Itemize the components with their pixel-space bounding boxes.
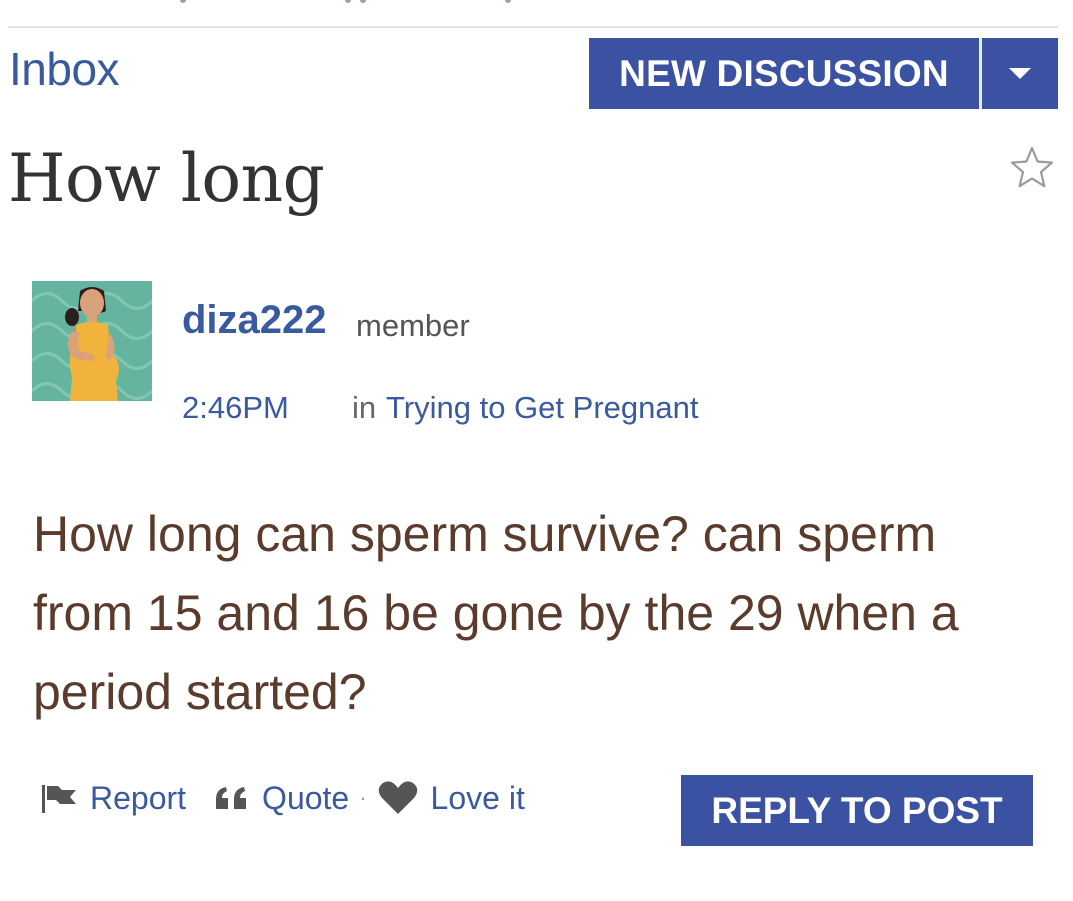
flag-icon <box>42 785 76 813</box>
avatar-pregnant-woman <box>32 281 152 401</box>
clipped-previous-content <box>60 0 960 4</box>
reply-to-post-button[interactable]: REPLY TO POST <box>681 775 1033 846</box>
new-discussion-button[interactable]: NEW DISCUSSION <box>589 38 979 109</box>
star-outline-icon[interactable] <box>1008 144 1056 192</box>
report-button[interactable]: Report <box>40 780 186 817</box>
new-discussion-dropdown-toggle[interactable] <box>982 38 1058 109</box>
chevron-down-icon <box>1009 67 1031 79</box>
new-discussion-split-button: NEW DISCUSSION <box>589 38 1058 109</box>
love-it-button[interactable]: Love it <box>377 780 525 817</box>
discussion-title: How long <box>8 140 325 217</box>
quote-icon <box>216 787 247 809</box>
quote-label: Quote <box>262 779 350 816</box>
post-body: How long can sperm survive? can sperm fr… <box>33 506 959 720</box>
post-time: 2:46PM <box>182 390 289 425</box>
top-divider <box>8 26 1058 28</box>
group-prefix: in <box>352 390 377 425</box>
author-role: member <box>356 308 470 343</box>
inbox-link[interactable]: Inbox <box>9 42 120 96</box>
love-it-label: Love it <box>430 779 525 816</box>
report-label: Report <box>90 779 187 816</box>
group-link[interactable]: Trying to Get Pregnant <box>386 390 698 426</box>
post-actions: Report Quote · Love it <box>40 776 525 820</box>
quote-button[interactable]: Quote <box>214 780 349 817</box>
heart-icon <box>378 781 417 814</box>
author-avatar[interactable] <box>32 281 152 401</box>
action-separator: · <box>359 785 367 810</box>
author-username[interactable]: diza222 <box>182 298 327 343</box>
